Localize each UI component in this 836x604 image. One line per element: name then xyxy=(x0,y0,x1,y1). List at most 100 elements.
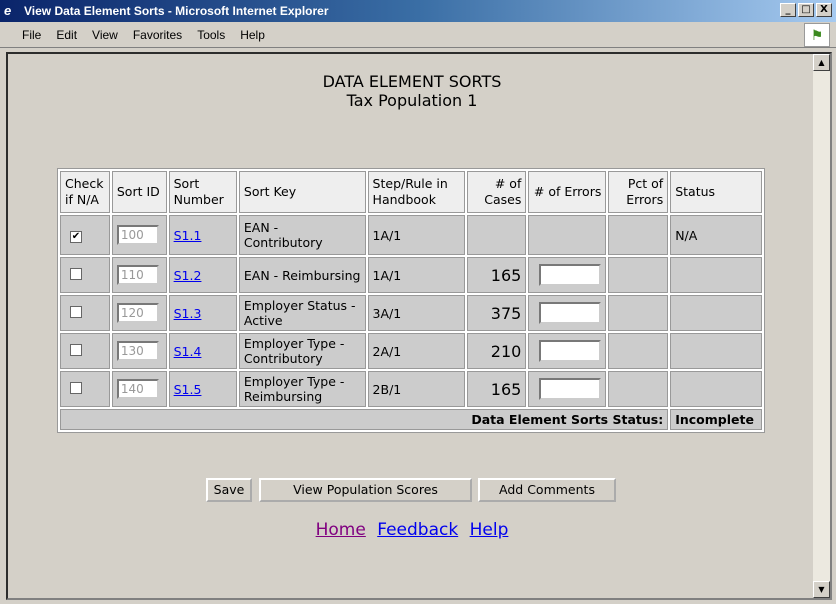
maximize-button[interactable]: □ xyxy=(798,3,814,17)
menu-help[interactable]: Help xyxy=(240,28,265,42)
close-button[interactable]: X xyxy=(816,3,832,17)
page-content: DATA ELEMENT SORTS Tax Population 1 Chec… xyxy=(6,52,832,600)
sort-number-link[interactable]: S1.4 xyxy=(174,344,202,359)
column-header: # of Errors xyxy=(528,171,607,213)
menu-favorites[interactable]: Favorites xyxy=(133,28,182,42)
na-cell xyxy=(60,333,110,369)
table-row: 120 S1.3 Employer Status - Active 3A/1 3… xyxy=(60,295,762,331)
na-cell xyxy=(60,371,110,407)
cases-cell: 165 xyxy=(467,257,527,293)
pct-errors-cell xyxy=(608,371,669,407)
sort-number-link[interactable]: S1.1 xyxy=(174,228,202,243)
sort-key-cell: Employer Status - Active xyxy=(238,295,366,331)
na-cell xyxy=(60,257,110,293)
sort-id-input: 100 xyxy=(116,225,159,245)
page-subtitle: Tax Population 1 xyxy=(346,91,478,110)
status-cell: N/A xyxy=(670,215,762,255)
sort-id-input: 130 xyxy=(116,341,159,361)
sort-id-cell: 100 xyxy=(111,215,167,255)
table-row: 140 S1.5 Employer Type - Reimbursing 2B/… xyxy=(60,371,762,407)
status-cell xyxy=(670,333,762,369)
vertical-scrollbar[interactable]: ▲ ▼ xyxy=(813,54,830,598)
pct-errors-cell xyxy=(608,215,669,255)
column-header: Status xyxy=(670,171,762,213)
sort-number-cell: S1.4 xyxy=(168,333,237,369)
minimize-button[interactable]: _ xyxy=(780,3,796,17)
sort-key-cell: Employer Type - Reimbursing xyxy=(238,371,366,407)
sort-number-cell: S1.2 xyxy=(168,257,237,293)
sort-key-cell: EAN - Contributory xyxy=(238,215,366,255)
sorts-table: Check if N/A Sort ID Sort Number Sort Key St… xyxy=(57,168,765,433)
column-header: Check if N/A xyxy=(60,171,110,213)
status-row: Data Element Sorts Status: Incomplete xyxy=(60,409,762,430)
status-label: Data Element Sorts Status: xyxy=(60,409,669,430)
cases-cell: 375 xyxy=(467,295,527,331)
column-header: Sort Key xyxy=(238,171,366,213)
status-cell xyxy=(670,371,762,407)
help-link[interactable]: Help xyxy=(470,520,509,540)
sort-number-link[interactable]: S1.3 xyxy=(174,306,202,321)
errors-cell xyxy=(528,257,607,293)
column-header: Pct of Errors xyxy=(608,171,669,213)
sort-id-cell: 130 xyxy=(111,333,167,369)
menu-tools[interactable]: Tools xyxy=(197,28,225,42)
na-checkbox[interactable] xyxy=(70,267,82,280)
errors-cell xyxy=(528,333,607,369)
table-row: 130 S1.4 Employer Type - Contributory 2A… xyxy=(60,333,762,369)
column-header: Step/Rule in Handbook xyxy=(367,171,466,213)
save-button[interactable]: Save xyxy=(206,478,252,502)
title-bar: e View Data Element Sorts - Microsoft In… xyxy=(0,0,836,22)
cases-cell: 165 xyxy=(467,371,527,407)
sort-number-cell: S1.5 xyxy=(168,371,237,407)
home-link[interactable]: Home xyxy=(316,520,366,540)
step-cell: 2A/1 xyxy=(367,333,466,369)
na-checkbox[interactable]: ✔ xyxy=(70,231,82,243)
na-cell: ✔ xyxy=(60,215,110,255)
step-cell: 3A/1 xyxy=(367,295,466,331)
step-cell: 1A/1 xyxy=(367,257,466,293)
add-comments-button[interactable]: Add Comments xyxy=(478,478,616,502)
cases-cell: 210 xyxy=(467,333,527,369)
sort-id-cell: 120 xyxy=(111,295,167,331)
feedback-link[interactable]: Feedback xyxy=(377,520,458,540)
column-header: Sort Number xyxy=(168,171,237,213)
footer-links: Home Feedback Help xyxy=(8,520,816,540)
na-cell xyxy=(60,295,110,331)
page-title: DATA ELEMENT SORTS xyxy=(322,72,502,91)
sort-number-link[interactable]: S1.5 xyxy=(174,382,202,397)
errors-input[interactable] xyxy=(539,302,602,324)
errors-input[interactable] xyxy=(539,378,602,400)
sort-id-input: 110 xyxy=(116,265,159,285)
sort-key-cell: EAN - Reimbursing xyxy=(238,257,366,293)
sort-key-cell: Employer Type - Contributory xyxy=(238,333,366,369)
view-population-scores-button[interactable]: View Population Scores xyxy=(259,478,472,502)
scroll-down-icon[interactable]: ▼ xyxy=(813,581,830,598)
sort-id-cell: 140 xyxy=(111,371,167,407)
na-checkbox[interactable] xyxy=(70,381,82,394)
menu-file[interactable]: File xyxy=(22,28,41,42)
step-cell: 2B/1 xyxy=(367,371,466,407)
errors-cell xyxy=(528,215,607,255)
table-row: ✔ 100 S1.1 EAN - Contributory 1A/1 N/A xyxy=(60,215,762,255)
status-cell xyxy=(670,257,762,293)
windows-logo-icon: ⚑ xyxy=(804,23,830,47)
table-row: 110 S1.2 EAN - Reimbursing 1A/1 165 xyxy=(60,257,762,293)
sort-id-input: 140 xyxy=(116,379,159,399)
column-header: Sort ID xyxy=(111,171,167,213)
errors-input[interactable] xyxy=(539,264,602,286)
page-heading: DATA ELEMENT SORTS Tax Population 1 xyxy=(8,72,816,110)
scroll-up-icon[interactable]: ▲ xyxy=(813,54,830,71)
menu-bar: File Edit View Favorites Tools Help ⚑ xyxy=(0,22,836,48)
sort-number-link[interactable]: S1.2 xyxy=(174,268,202,283)
sort-number-cell: S1.3 xyxy=(168,295,237,331)
cases-cell xyxy=(467,215,527,255)
menu-edit[interactable]: Edit xyxy=(56,28,77,42)
pct-errors-cell xyxy=(608,295,669,331)
errors-input[interactable] xyxy=(539,340,602,362)
sort-number-cell: S1.1 xyxy=(168,215,237,255)
sort-id-cell: 110 xyxy=(111,257,167,293)
menu-view[interactable]: View xyxy=(92,28,118,42)
pct-errors-cell xyxy=(608,333,669,369)
na-checkbox[interactable] xyxy=(70,343,82,356)
na-checkbox[interactable] xyxy=(70,305,82,318)
